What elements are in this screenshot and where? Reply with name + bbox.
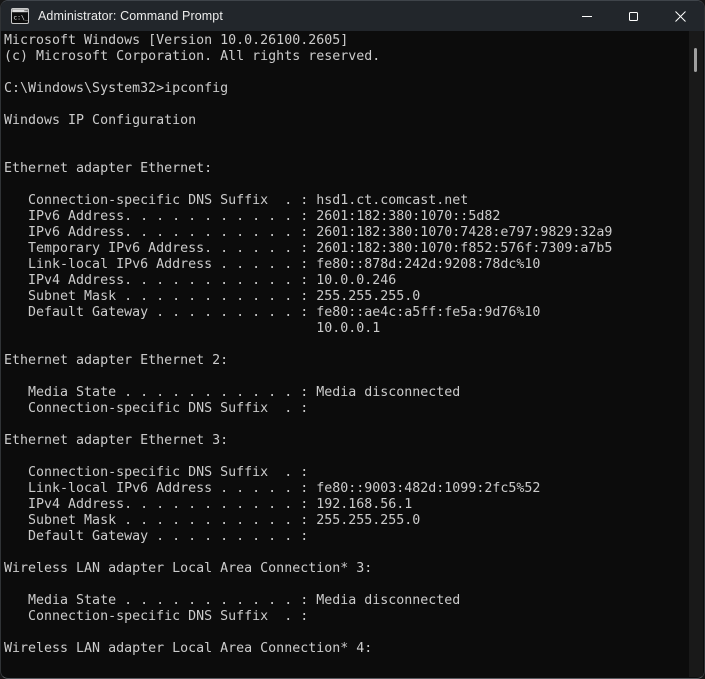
close-button[interactable] [657, 1, 704, 31]
command-prompt-icon: c:\_ [11, 8, 29, 24]
window-controls [563, 1, 704, 31]
scrollbar-thumb[interactable] [694, 48, 697, 72]
terminal-body[interactable]: Microsoft Windows [Version 10.0.26100.26… [2, 31, 703, 677]
terminal-output: Microsoft Windows [Version 10.0.26100.26… [3, 31, 687, 677]
maximize-icon [629, 12, 638, 21]
terminal-window: c:\_ Administrator: Command Prompt Micro… [0, 0, 705, 679]
minimize-icon [582, 16, 592, 17]
svg-text:c:\_: c:\_ [13, 14, 29, 22]
window-title: Administrator: Command Prompt [38, 9, 563, 23]
maximize-button[interactable] [610, 1, 657, 31]
close-icon [675, 11, 686, 22]
scrollbar[interactable] [689, 31, 703, 677]
minimize-button[interactable] [563, 1, 610, 31]
titlebar[interactable]: c:\_ Administrator: Command Prompt [1, 1, 704, 31]
